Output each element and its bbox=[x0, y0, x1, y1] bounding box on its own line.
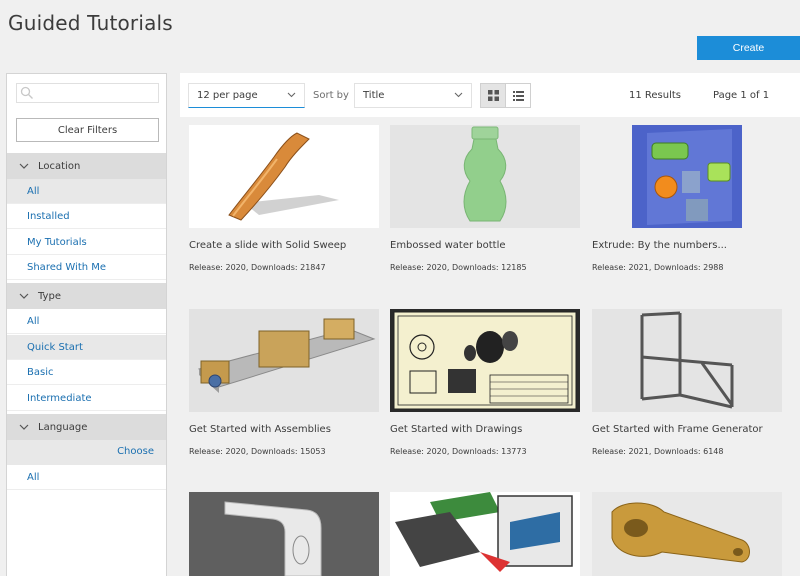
clear-filters-button[interactable]: Clear Filters bbox=[16, 118, 159, 142]
card-title[interactable]: Embossed water bottle bbox=[390, 240, 506, 251]
location-section-header[interactable]: Location bbox=[7, 153, 166, 179]
card-meta: Release: 2020, Downloads: 21847 bbox=[189, 263, 326, 272]
section-label: Type bbox=[38, 290, 61, 302]
type-item-all[interactable]: All bbox=[7, 309, 166, 334]
location-item-my-tutorials[interactable]: My Tutorials bbox=[7, 230, 166, 255]
bracket-thumbnail[interactable] bbox=[592, 492, 782, 576]
language-choose-row: Choose bbox=[7, 440, 166, 466]
location-item-shared[interactable]: Shared With Me bbox=[7, 255, 166, 280]
search-icon bbox=[20, 86, 33, 99]
results-toolbar: 12 per page Sort by Title 11 Results Pag… bbox=[180, 73, 800, 117]
type-item-intermediate[interactable]: Intermediate bbox=[7, 386, 166, 411]
location-item-installed[interactable]: Installed bbox=[7, 204, 166, 229]
list-icon bbox=[512, 90, 524, 101]
sort-value: Title bbox=[363, 90, 385, 101]
filter-sidebar: Clear Filters Location All Installed My … bbox=[6, 73, 167, 576]
search-input[interactable] bbox=[16, 83, 159, 103]
type-item-basic[interactable]: Basic bbox=[7, 360, 166, 385]
numbers-thumbnail[interactable] bbox=[592, 125, 782, 228]
slide-thumbnail[interactable] bbox=[189, 125, 379, 228]
card-title[interactable]: Get Started with Assemblies bbox=[189, 424, 331, 435]
card-title[interactable]: Extrude: By the numbers... bbox=[592, 240, 727, 251]
card-meta: Release: 2020, Downloads: 12185 bbox=[390, 263, 527, 272]
per-page-value: 12 per page bbox=[197, 90, 258, 101]
language-item-all[interactable]: All bbox=[7, 465, 166, 490]
chevron-down-icon bbox=[19, 424, 33, 430]
create-button[interactable]: Create bbox=[697, 36, 800, 60]
chevron-down-icon bbox=[19, 293, 33, 299]
language-choose-link[interactable]: Choose bbox=[117, 446, 154, 457]
section-label: Location bbox=[38, 160, 81, 172]
language-section-header[interactable]: Language bbox=[7, 414, 166, 440]
card-title[interactable]: Create a slide with Solid Sweep bbox=[189, 240, 346, 251]
machine-thumbnail[interactable] bbox=[390, 492, 580, 576]
bottle-thumbnail[interactable] bbox=[390, 125, 580, 228]
type-item-quick-start[interactable]: Quick Start bbox=[7, 335, 166, 360]
card-meta: Release: 2021, Downloads: 2988 bbox=[592, 263, 724, 272]
card-meta: Release: 2020, Downloads: 13773 bbox=[390, 447, 527, 456]
page-title: Guided Tutorials bbox=[8, 11, 173, 35]
grid-view-button[interactable] bbox=[480, 83, 506, 108]
per-page-select[interactable]: 12 per page bbox=[188, 83, 305, 108]
card-meta: Release: 2020, Downloads: 15053 bbox=[189, 447, 326, 456]
sort-by-label: Sort by bbox=[313, 90, 349, 101]
sheetmetal-thumbnail[interactable] bbox=[189, 492, 379, 576]
sort-select[interactable]: Title bbox=[354, 83, 472, 108]
chevron-down-icon bbox=[19, 163, 33, 169]
type-section-header[interactable]: Type bbox=[7, 283, 166, 309]
card-title[interactable]: Get Started with Frame Generator bbox=[592, 424, 763, 435]
results-count: 11 Results bbox=[629, 90, 682, 101]
assembly-thumbnail[interactable] bbox=[189, 309, 379, 412]
chevron-down-icon bbox=[454, 92, 463, 98]
frame-thumbnail[interactable] bbox=[592, 309, 782, 412]
section-label: Language bbox=[38, 421, 88, 433]
drawing-thumbnail[interactable] bbox=[390, 309, 580, 412]
page-indicator: Page 1 of 1 bbox=[713, 90, 770, 101]
chevron-down-icon bbox=[287, 92, 296, 98]
card-meta: Release: 2021, Downloads: 6148 bbox=[592, 447, 724, 456]
location-item-all[interactable]: All bbox=[7, 179, 166, 204]
card-title[interactable]: Get Started with Drawings bbox=[390, 424, 522, 435]
list-view-button[interactable] bbox=[505, 83, 531, 108]
grid-icon bbox=[487, 90, 499, 101]
